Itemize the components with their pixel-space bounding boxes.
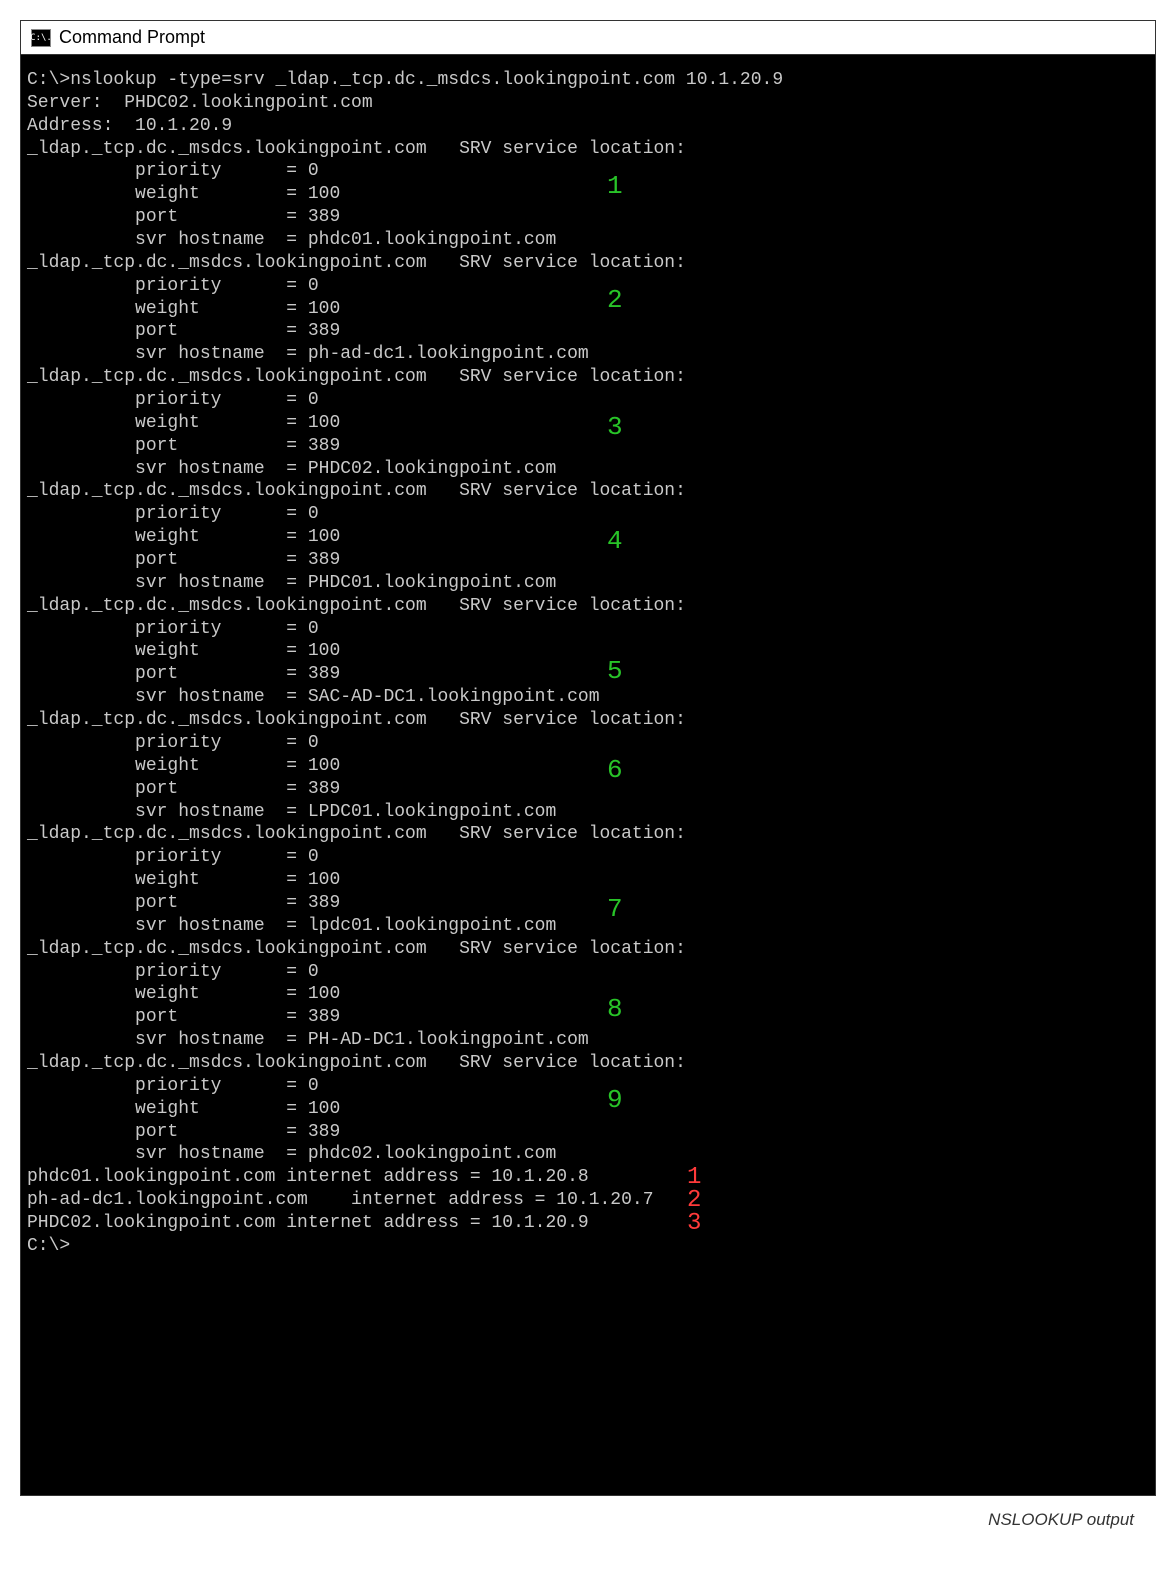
- internet-address-line: PHDC02.lookingpoint.com internet address…: [27, 1212, 1155, 1235]
- annotation-number-green: 9: [607, 1084, 623, 1117]
- srv-priority: priority = 0: [27, 846, 1155, 869]
- annotation-number-green: 3: [607, 411, 623, 444]
- figure-caption: NSLOOKUP output: [20, 1496, 1156, 1530]
- srv-weight: weight = 100: [27, 183, 1155, 206]
- srv-weight: weight = 100: [27, 869, 1155, 892]
- srv-port: port = 389: [27, 1121, 1155, 1144]
- prompt-line: C:\>: [27, 1235, 1155, 1258]
- cmd-icon: C:\.: [31, 29, 51, 47]
- srv-priority: priority = 0: [27, 389, 1155, 412]
- srv-priority: priority = 0: [27, 618, 1155, 641]
- annotation-number-green: 6: [607, 754, 623, 787]
- srv-record: _ldap._tcp.dc._msdcs.lookingpoint.com SR…: [27, 823, 1155, 937]
- window-title: Command Prompt: [59, 27, 205, 48]
- srv-port: port = 389: [27, 206, 1155, 229]
- annotation-number-green: 2: [607, 284, 623, 317]
- annotation-number-green: 8: [607, 993, 623, 1026]
- command-line: C:\>nslookup -type=srv _ldap._tcp.dc._ms…: [27, 69, 1155, 92]
- srv-header: _ldap._tcp.dc._msdcs.lookingpoint.com SR…: [27, 938, 1155, 961]
- command-prompt-window: C:\. Command Prompt C:\>nslookup -type=s…: [20, 20, 1156, 1496]
- srv-port: port = 389: [27, 663, 1155, 686]
- srv-hostname: svr hostname = PHDC01.lookingpoint.com: [27, 572, 1155, 595]
- srv-record: _ldap._tcp.dc._msdcs.lookingpoint.com SR…: [27, 138, 1155, 252]
- srv-header: _ldap._tcp.dc._msdcs.lookingpoint.com SR…: [27, 366, 1155, 389]
- srv-weight: weight = 100: [27, 298, 1155, 321]
- srv-priority: priority = 0: [27, 160, 1155, 183]
- srv-hostname: svr hostname = PHDC02.lookingpoint.com: [27, 458, 1155, 481]
- srv-hostname: svr hostname = ph-ad-dc1.lookingpoint.co…: [27, 343, 1155, 366]
- srv-port: port = 389: [27, 1006, 1155, 1029]
- srv-header: _ldap._tcp.dc._msdcs.lookingpoint.com SR…: [27, 252, 1155, 275]
- srv-header: _ldap._tcp.dc._msdcs.lookingpoint.com SR…: [27, 595, 1155, 618]
- srv-port: port = 389: [27, 435, 1155, 458]
- srv-port: port = 389: [27, 320, 1155, 343]
- address-line: Address: 10.1.20.9: [27, 115, 1155, 138]
- srv-hostname: svr hostname = phdc02.lookingpoint.com: [27, 1143, 1155, 1166]
- srv-header: _ldap._tcp.dc._msdcs.lookingpoint.com SR…: [27, 823, 1155, 846]
- srv-header: _ldap._tcp.dc._msdcs.lookingpoint.com SR…: [27, 709, 1155, 732]
- annotation-number-green: 7: [607, 893, 623, 926]
- srv-priority: priority = 0: [27, 732, 1155, 755]
- srv-port: port = 389: [27, 549, 1155, 572]
- titlebar[interactable]: C:\. Command Prompt: [21, 21, 1155, 55]
- srv-record: _ldap._tcp.dc._msdcs.lookingpoint.com SR…: [27, 366, 1155, 480]
- srv-port: port = 389: [27, 892, 1155, 915]
- srv-weight: weight = 100: [27, 1098, 1155, 1121]
- srv-port: port = 389: [27, 778, 1155, 801]
- srv-weight: weight = 100: [27, 640, 1155, 663]
- address-block: phdc01.lookingpoint.com internet address…: [27, 1166, 1155, 1235]
- srv-record: _ldap._tcp.dc._msdcs.lookingpoint.com SR…: [27, 709, 1155, 823]
- srv-hostname: svr hostname = lpdc01.lookingpoint.com: [27, 915, 1155, 938]
- srv-priority: priority = 0: [27, 1075, 1155, 1098]
- annotation-number-green: 1: [607, 170, 623, 203]
- internet-address-line: ph-ad-dc1.lookingpoint.com internet addr…: [27, 1189, 1155, 1212]
- annotation-number-green: 5: [607, 655, 623, 688]
- srv-record: _ldap._tcp.dc._msdcs.lookingpoint.com SR…: [27, 938, 1155, 1052]
- terminal-output[interactable]: C:\>nslookup -type=srv _ldap._tcp.dc._ms…: [21, 55, 1155, 1495]
- srv-hostname: svr hostname = PH-AD-DC1.lookingpoint.co…: [27, 1029, 1155, 1052]
- srv-hostname: svr hostname = LPDC01.lookingpoint.com: [27, 801, 1155, 824]
- srv-priority: priority = 0: [27, 503, 1155, 526]
- annotation-number-red: 3: [687, 1209, 701, 1239]
- srv-header: _ldap._tcp.dc._msdcs.lookingpoint.com SR…: [27, 480, 1155, 503]
- srv-weight: weight = 100: [27, 526, 1155, 549]
- srv-weight: weight = 100: [27, 755, 1155, 778]
- srv-record: _ldap._tcp.dc._msdcs.lookingpoint.com SR…: [27, 252, 1155, 366]
- srv-priority: priority = 0: [27, 275, 1155, 298]
- server-line: Server: PHDC02.lookingpoint.com: [27, 92, 1155, 115]
- internet-address-line: phdc01.lookingpoint.com internet address…: [27, 1166, 1155, 1189]
- srv-header: _ldap._tcp.dc._msdcs.lookingpoint.com SR…: [27, 1052, 1155, 1075]
- srv-record: _ldap._tcp.dc._msdcs.lookingpoint.com SR…: [27, 595, 1155, 709]
- srv-header: _ldap._tcp.dc._msdcs.lookingpoint.com SR…: [27, 138, 1155, 161]
- srv-hostname: svr hostname = SAC-AD-DC1.lookingpoint.c…: [27, 686, 1155, 709]
- srv-record: _ldap._tcp.dc._msdcs.lookingpoint.com SR…: [27, 480, 1155, 594]
- srv-weight: weight = 100: [27, 412, 1155, 435]
- srv-hostname: svr hostname = phdc01.lookingpoint.com: [27, 229, 1155, 252]
- srv-record: _ldap._tcp.dc._msdcs.lookingpoint.com SR…: [27, 1052, 1155, 1166]
- annotation-number-green: 4: [607, 525, 623, 558]
- srv-weight: weight = 100: [27, 983, 1155, 1006]
- srv-priority: priority = 0: [27, 961, 1155, 984]
